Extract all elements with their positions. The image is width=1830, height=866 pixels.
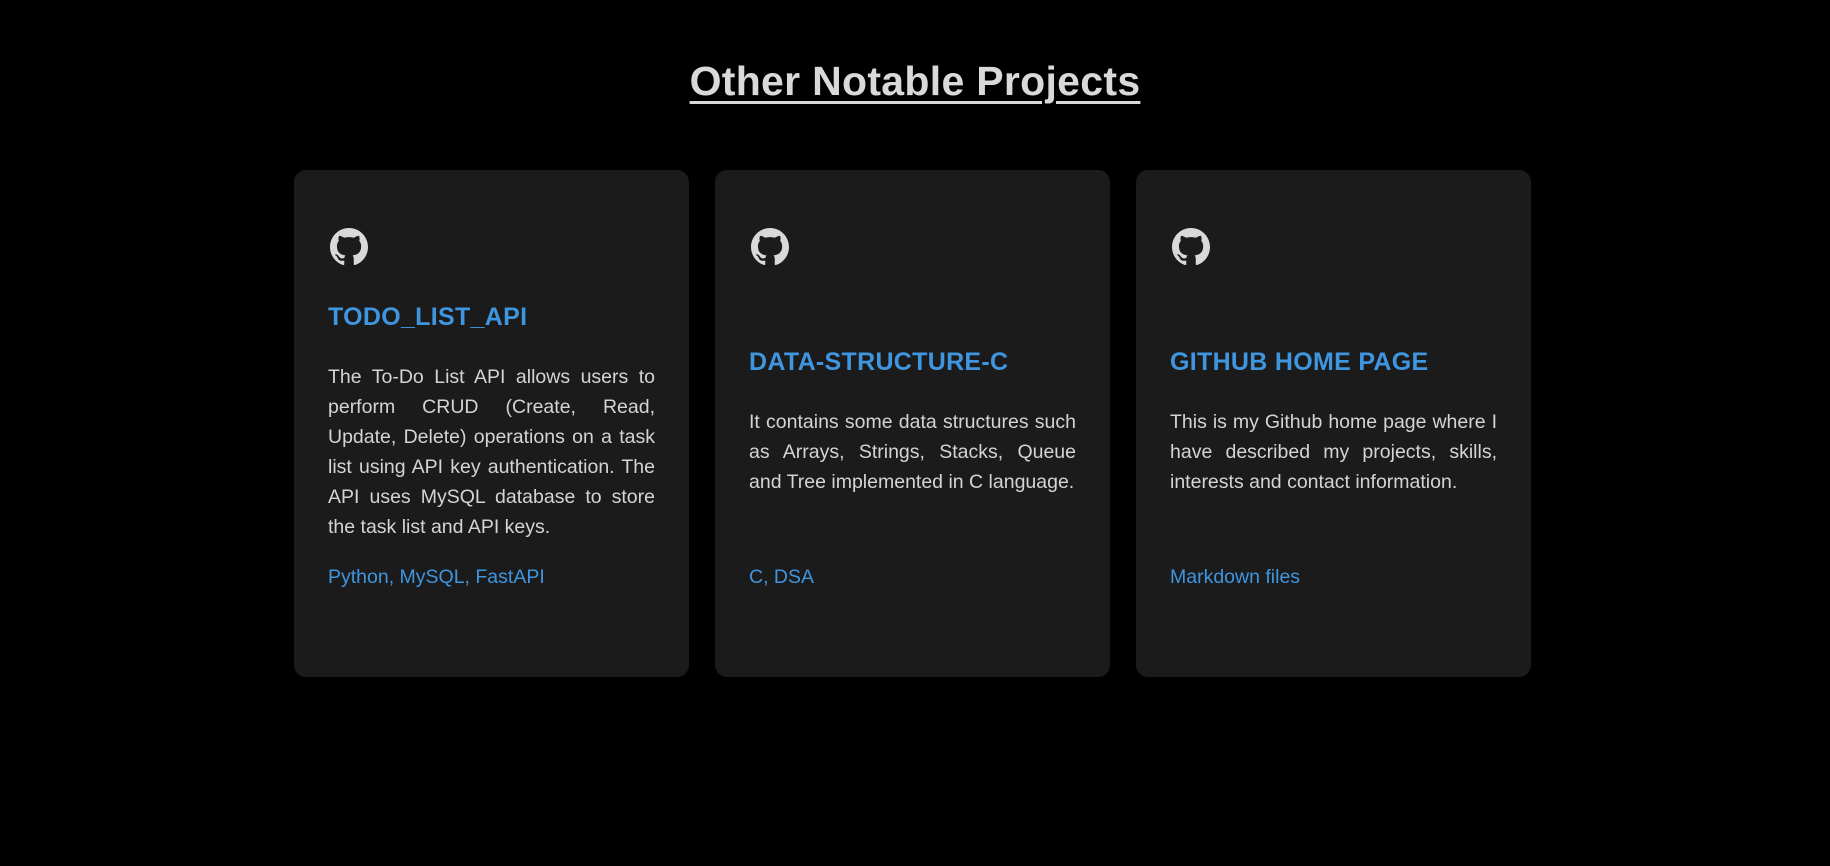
github-icon[interactable] bbox=[751, 228, 789, 266]
project-description: This is my Github home page where I have… bbox=[1170, 410, 1497, 493]
github-icon[interactable] bbox=[1172, 228, 1210, 266]
project-card: DATA-STRUCTURE-C It contains some data s… bbox=[715, 170, 1110, 677]
project-cards: TODO_LIST_API The To-Do List API allows … bbox=[294, 170, 1531, 677]
project-card: GITHUB HOME PAGE This is my Github home … bbox=[1136, 170, 1531, 677]
project-card: TODO_LIST_API The To-Do List API allows … bbox=[294, 170, 689, 677]
section-title: Other Notable Projects bbox=[689, 58, 1141, 104]
project-tech-stack: Python, MySQL, FastAPI bbox=[328, 566, 545, 588]
project-title[interactable]: TODO_LIST_API bbox=[328, 303, 655, 332]
project-description: The To-Do List API allows users to perfo… bbox=[328, 365, 655, 538]
card-body: DATA-STRUCTURE-C It contains some data s… bbox=[749, 302, 1076, 542]
card-body: GITHUB HOME PAGE This is my Github home … bbox=[1170, 302, 1497, 542]
github-icon[interactable] bbox=[330, 228, 368, 266]
project-title[interactable]: GITHUB HOME PAGE bbox=[1170, 348, 1497, 377]
project-tech-stack: C, DSA bbox=[749, 566, 815, 588]
card-body: TODO_LIST_API The To-Do List API allows … bbox=[328, 302, 655, 542]
project-tech-stack: Markdown files bbox=[1170, 566, 1301, 588]
project-description: It contains some data structures such as… bbox=[749, 410, 1076, 493]
project-title[interactable]: DATA-STRUCTURE-C bbox=[749, 348, 1076, 377]
